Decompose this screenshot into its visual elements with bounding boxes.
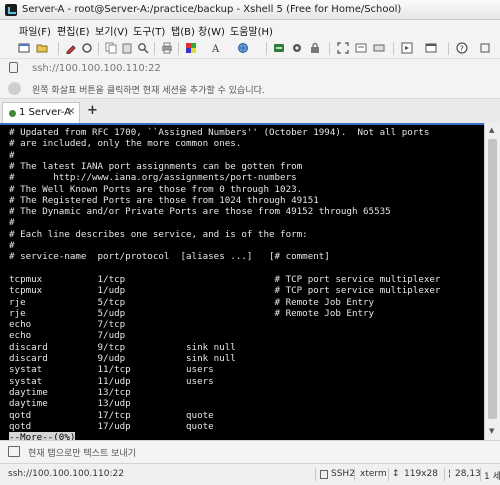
terminal-line: discard 9/tcp sink null (9, 341, 236, 353)
terminal-line: daytime 13/tcp (9, 386, 131, 398)
resize-icon: ↕ (392, 469, 400, 479)
paste-icon[interactable] (120, 41, 134, 55)
terminal-line: tcpmux 1/udp # TCP port service multiple… (9, 285, 441, 297)
print-icon[interactable] (160, 41, 174, 55)
terminal[interactable]: # Updated from RFC 1700, ``Assigned Numb… (0, 123, 484, 444)
gear-icon[interactable] (290, 41, 304, 55)
menu-bar: 파일(F) 편집(E) 보기(V) 도구(T) 탭(B) 창(W) 도움말(H) (0, 20, 500, 38)
ssh-lock-icon (320, 470, 328, 479)
compose-icon[interactable] (354, 41, 368, 55)
menu-window[interactable]: 창(W) (198, 23, 225, 38)
terminal-line: systat 11/tcp users (9, 364, 214, 376)
scroll-up-icon[interactable]: ▲ (489, 126, 494, 134)
menu-view[interactable]: 보기(V) (95, 23, 128, 38)
tab-bar: 1 Server-A × + (0, 99, 500, 123)
keyboard-icon[interactable] (372, 41, 386, 55)
reconnect-icon[interactable] (80, 41, 94, 55)
terminal-line: # The Registered Ports are those from 10… (9, 194, 319, 206)
terminal-line: # (9, 149, 15, 161)
terminal-line: # Each line describes one service, and i… (9, 228, 308, 240)
fullscreen-icon[interactable] (336, 41, 350, 55)
tab-server-a[interactable]: 1 Server-A × (2, 102, 80, 123)
find-icon[interactable] (136, 41, 150, 55)
add-session-icon[interactable] (8, 82, 21, 95)
terminal-line: # (9, 217, 15, 229)
compose-bar-icon (8, 446, 20, 457)
terminal-line: qotd 17/udp quote (9, 420, 214, 432)
terminal-line: tcpmux 1/tcp # TCP port service multiple… (9, 273, 441, 285)
menu-tab[interactable]: 탭(B) (171, 23, 195, 38)
terminal-scrollbar[interactable]: ▲ ▼ (484, 123, 500, 440)
hint-bar: 왼쪽 화살표 버튼을 클릭하면 현재 세션을 추가할 수 있습니다. (0, 78, 500, 99)
terminal-line: echo 7/tcp (9, 319, 126, 331)
toolbar: A ? (0, 38, 500, 59)
compose-bar-text: 현재 탭으로만 텍스트 보내기 (28, 449, 136, 459)
tab-label: 1 Server-A (19, 107, 71, 118)
scroll-thumb[interactable] (488, 139, 497, 419)
xftp-icon[interactable] (272, 41, 286, 55)
copy-icon[interactable] (104, 41, 118, 55)
cursor-icon: ¦ (448, 469, 452, 479)
hint-text: 왼쪽 화살표 버튼을 클릭하면 현재 세션을 추가할 수 있습니다. (32, 86, 265, 96)
font-icon[interactable]: A (210, 41, 224, 55)
color-scheme-icon[interactable] (184, 41, 198, 55)
session-lock-icon (9, 62, 18, 73)
terminal-line: # http://www.iana.org/assignments/port-n… (9, 172, 297, 184)
new-session-icon[interactable] (17, 41, 31, 55)
svg-text:?: ? (460, 44, 464, 53)
terminal-line: # The Well Known Ports are those from 0 … (9, 183, 303, 195)
terminal-line: echo 7/udp (9, 330, 126, 342)
help-icon[interactable]: ? (455, 41, 469, 55)
lock-icon[interactable] (308, 41, 322, 55)
terminal-line: rje 5/tcp # Remote Job Entry (9, 296, 375, 308)
layout-icon[interactable] (400, 41, 414, 55)
terminal-line: discard 9/udp sink null (9, 353, 236, 364)
menu-tools[interactable]: 도구(T) (133, 23, 165, 38)
terminal-line: systat 11/udp users (9, 375, 214, 387)
tab-close-icon[interactable]: × (67, 106, 75, 117)
more-options-icon[interactable] (478, 41, 492, 55)
title-bar: Server-A - root@Server-A:/practice/backu… (0, 0, 500, 20)
terminal-line: qotd 17/tcp quote (9, 409, 214, 421)
globe-icon[interactable] (236, 41, 250, 55)
new-tab-button[interactable]: + (87, 103, 98, 118)
terminal-line: # The Dynamic and/or Private Ports are t… (9, 206, 391, 218)
status-size: 119x28 (404, 469, 438, 479)
properties-icon[interactable] (64, 41, 78, 55)
connected-status-icon (9, 110, 16, 117)
status-protocol: SSH2 (331, 469, 355, 479)
status-cursor: 28,13 (455, 469, 481, 479)
menu-edit[interactable]: 편집(E) (57, 23, 90, 38)
terminal-line: daytime 13/udp (9, 398, 131, 410)
status-sessions: 1 세 (484, 472, 500, 482)
address-text: ssh://100.100.100.110:22 (32, 63, 161, 74)
scroll-down-icon[interactable]: ▼ (489, 427, 494, 435)
xshell-app-icon (5, 4, 17, 16)
terminal-line: rje 5/udp # Remote Job Entry (9, 307, 375, 319)
terminal-line: # (9, 240, 15, 251)
status-bar: ssh://100.100.100.110:22 SSH2 xterm ↕ 11… (0, 463, 500, 485)
address-bar[interactable]: ssh://100.100.100.110:22 (0, 59, 500, 78)
status-terminal-type: xterm (360, 469, 387, 479)
compose-bar[interactable]: 현재 탭으로만 텍스트 보내기 (0, 440, 500, 463)
terminal-line: # are included, only the more common one… (9, 138, 242, 150)
terminal-line: # service-name port/protocol [aliases ..… (9, 251, 330, 263)
status-address: ssh://100.100.100.110:22 (8, 469, 124, 479)
terminal-line: # The latest IANA port assignments can b… (9, 160, 303, 172)
svg-text:A: A (211, 44, 220, 54)
open-folder-icon[interactable] (35, 41, 49, 55)
window-title: Server-A - root@Server-A:/practice/backu… (22, 4, 402, 15)
menu-file[interactable]: 파일(F) (19, 23, 51, 38)
tab-list-icon[interactable] (424, 41, 438, 55)
menu-help[interactable]: 도움말(H) (230, 23, 273, 38)
terminal-line: # Updated from RFC 1700, ``Assigned Numb… (9, 127, 430, 138)
